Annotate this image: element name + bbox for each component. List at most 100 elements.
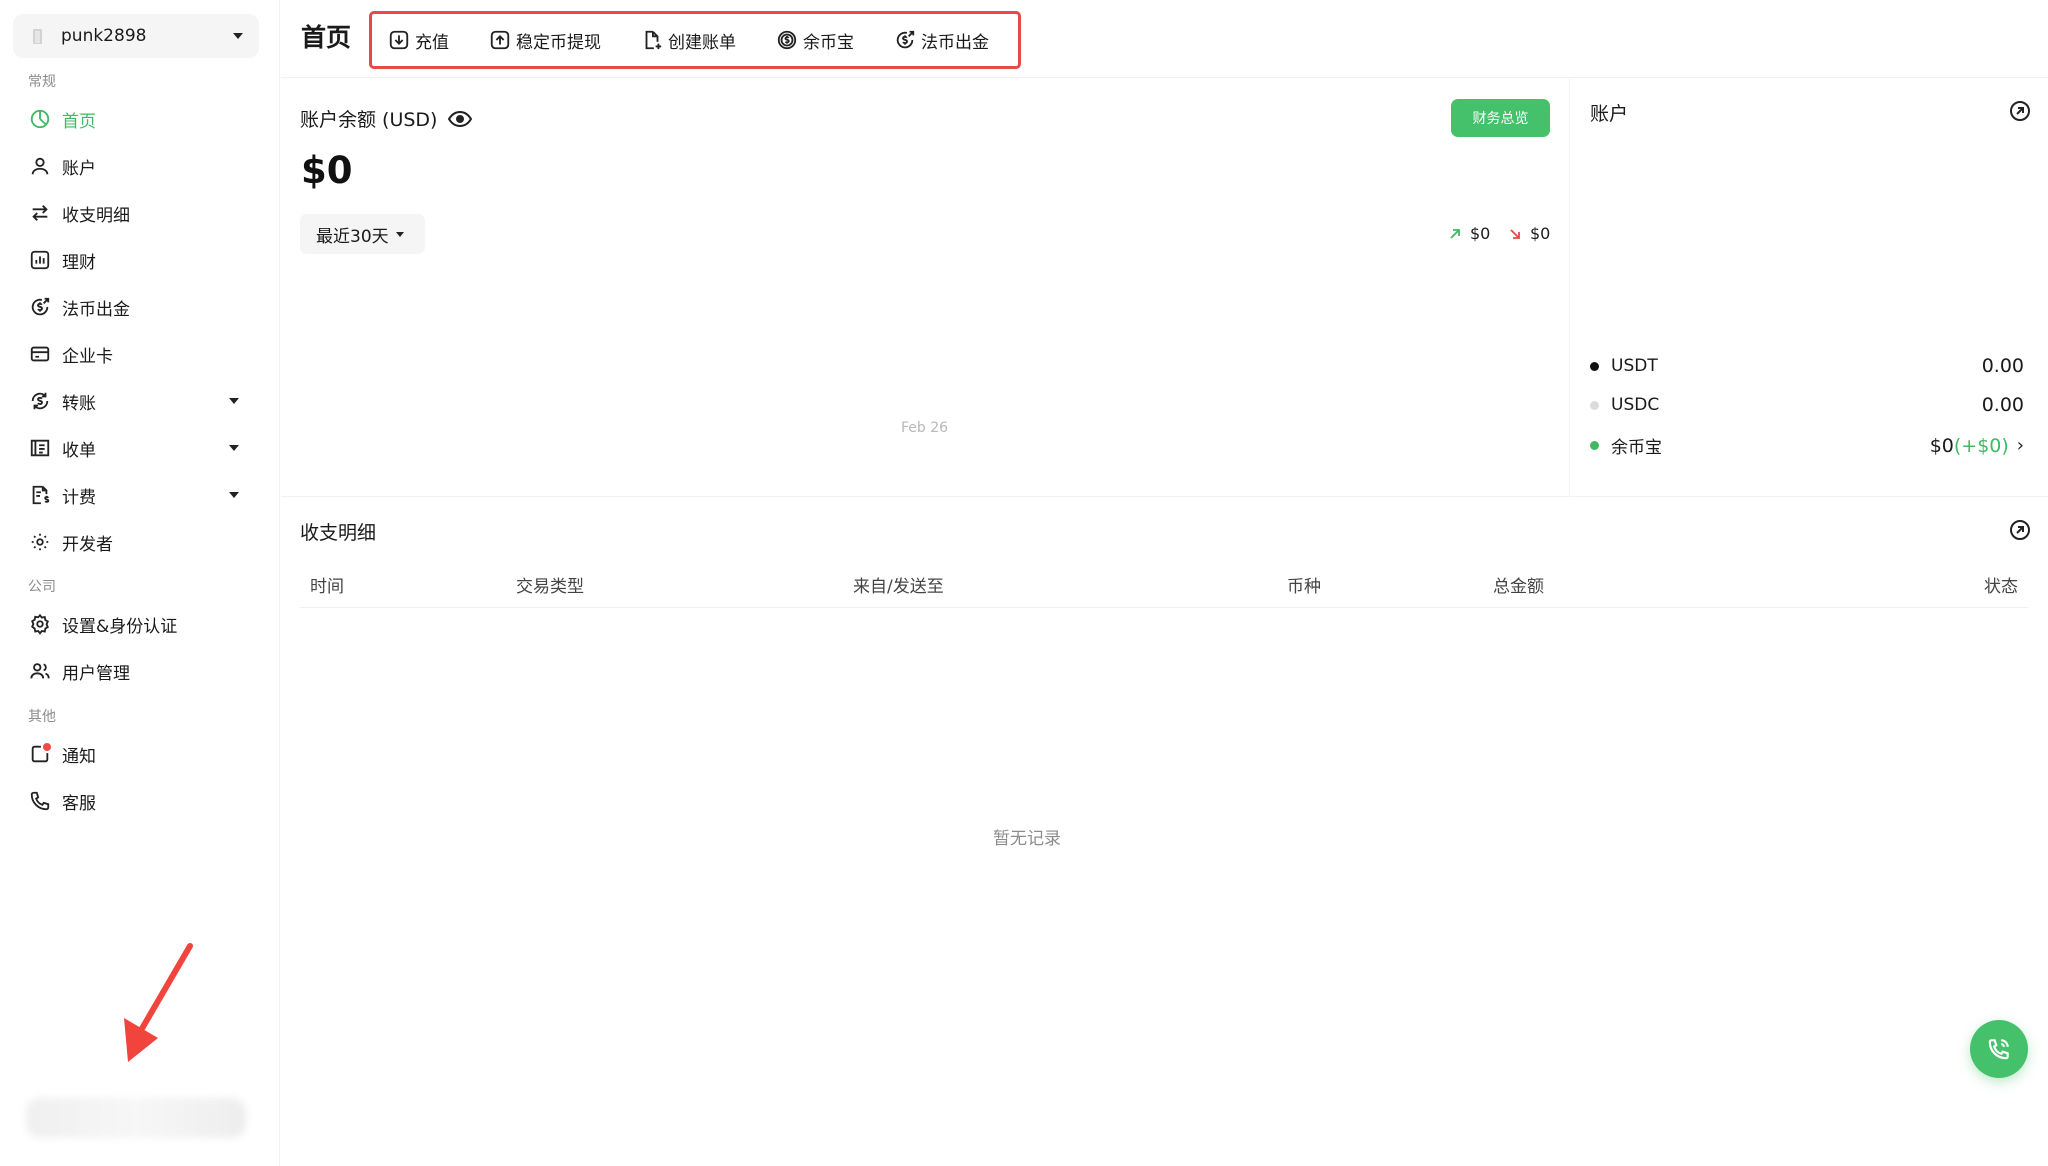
balance-amount: $0 [301, 149, 353, 192]
create-bill-label: 创建账单 [668, 32, 736, 53]
sidebar-item-label: 计费 [62, 487, 96, 508]
deposit-button[interactable]: 充值 [388, 28, 449, 53]
transactions-title: 收支明细 [300, 522, 377, 544]
receipt-icon [28, 436, 52, 460]
status-dot [1590, 441, 1599, 450]
column-header-time: 时间 [310, 577, 344, 597]
sidebar-item-label: 通知 [62, 746, 96, 767]
sidebar-item-label: 转账 [62, 393, 96, 414]
balance-card: 账户余额 (USD) 财务总览 $0 最近30天 $0 $0 Feb 26 [281, 79, 1570, 497]
sidebar-item-notifications[interactable]: 通知 [13, 733, 259, 775]
deposit-label: 充值 [415, 32, 449, 53]
annotation-arrow [124, 943, 193, 1062]
savings-label: 余币宝 [803, 32, 854, 53]
sidebar-item-fiat-offramp[interactable]: 法币出金 [13, 286, 259, 328]
account-value: 0.00 [1981, 394, 2024, 416]
dollar-coin-out-icon [894, 29, 916, 51]
column-header-type: 交易类型 [516, 577, 584, 597]
savings-balance: $0 [1929, 434, 1954, 457]
sidebar-item-label: 收单 [62, 440, 96, 461]
sidebar-item-collect[interactable]: 收单 [13, 427, 259, 469]
table-header: 时间 交易类型 来自/发送至 币种 总金额 状态 [300, 562, 2028, 608]
developer-gear-icon [28, 530, 52, 554]
account-row-savings[interactable]: 余币宝 $0(+$0) › [1590, 433, 2024, 458]
building-icon [31, 27, 45, 45]
section-label-company: 公司 [28, 579, 56, 595]
chart-x-tick: Feb 26 [901, 420, 949, 436]
sidebar-item-users[interactable]: 用户管理 [13, 650, 259, 692]
create-bill-button[interactable]: 创建账单 [641, 28, 736, 53]
sidebar-item-label: 收支明细 [62, 205, 130, 226]
transactions-section: 收支明细 时间 交易类型 来自/发送至 币种 总金额 状态 暂无记录 [281, 498, 2048, 1166]
chevron-down-icon [395, 231, 404, 237]
eye-icon[interactable] [447, 110, 473, 128]
sidebar-item-support[interactable]: 客服 [13, 780, 259, 822]
outflow-value: $0 [1530, 224, 1551, 243]
date-range-value: 最近30天 [316, 226, 389, 247]
column-header-amount: 总金额 [1493, 577, 1544, 597]
sidebar-item-billing[interactable]: 计费 [13, 474, 259, 516]
sidebar-item-transfer[interactable]: 转账 [13, 380, 259, 422]
stablecoin-withdraw-label: 稳定币提现 [516, 32, 601, 53]
sidebar-item-label: 用户管理 [62, 663, 130, 684]
balance-heading: 账户余额 (USD) [300, 105, 473, 132]
contact-support-button[interactable] [1970, 1020, 2028, 1078]
account-name: 余币宝 [1611, 438, 1662, 458]
sidebar-item-corp-card[interactable]: 企业卡 [13, 333, 259, 375]
clock-pie-icon [28, 107, 52, 131]
sidebar-item-label: 法币出金 [62, 299, 130, 320]
sidebar-item-label: 企业卡 [62, 346, 113, 367]
inflow-stat: $0 [1448, 224, 1490, 243]
column-header-status: 状态 [1984, 577, 2018, 597]
sidebar-item-wealth[interactable]: 理财 [13, 239, 259, 281]
page-title: 首页 [301, 23, 352, 52]
column-header-currency: 币种 [1287, 577, 1321, 597]
users-icon [28, 659, 52, 683]
finance-overview-button[interactable]: 财务总览 [1451, 99, 1550, 137]
account-row-usdt: USDT 0.00 [1590, 355, 2024, 377]
invoice-dollar-icon [28, 483, 52, 507]
quick-actions-bar: 充值 稳定币提现 创建账单 余币宝 法币出金 [369, 11, 1021, 69]
credit-card-icon [28, 342, 52, 366]
fiat-offramp-button[interactable]: 法币出金 [894, 28, 989, 53]
sidebar-item-label: 账户 [62, 158, 96, 179]
sidebar-item-transactions[interactable]: 收支明细 [13, 192, 259, 234]
bar-chart-icon [28, 248, 52, 272]
gear-icon [28, 612, 52, 636]
stablecoin-withdraw-button[interactable]: 稳定币提现 [489, 28, 601, 53]
sidebar-item-settings[interactable]: 设置&身份认证 [13, 603, 259, 645]
status-dot [1590, 361, 1599, 371]
dollar-coin-out-icon [28, 295, 52, 319]
top-bar: 首页 充值 稳定币提现 创建账单 余币宝 法币出金 [281, 0, 2048, 78]
sidebar-item-label: 理财 [62, 252, 96, 273]
org-switcher[interactable]: punk2898 [13, 14, 259, 58]
accounts-title: 账户 [1590, 103, 1629, 125]
chevron-down-icon [229, 445, 239, 451]
dollar-circle-icon [776, 29, 798, 51]
redacted-user-info [26, 1098, 246, 1138]
chevron-right-icon: › [2016, 435, 2024, 456]
sidebar-item-label: 开发者 [62, 534, 113, 555]
arrow-circle-icon[interactable] [2008, 99, 2032, 123]
section-label-other: 其他 [28, 709, 56, 725]
fiat-offramp-label: 法币出金 [921, 32, 989, 53]
sidebar-item-home[interactable]: 首页 [13, 98, 259, 140]
arrow-circle-icon[interactable] [2008, 518, 2032, 542]
sidebar-item-account[interactable]: 账户 [13, 145, 259, 187]
chevron-down-icon [233, 33, 243, 39]
account-row-usdc: USDC 0.00 [1590, 394, 2024, 416]
upload-square-icon [489, 29, 511, 51]
savings-button[interactable]: 余币宝 [776, 28, 854, 53]
file-plus-icon [641, 29, 663, 51]
app-root: punk2898 常规 首页 账户 收支明细 理财 法币出金 企业卡 转账 收单… [0, 0, 2048, 1166]
account-value: $0(+$0) [1930, 435, 2009, 457]
chevron-down-icon [229, 492, 239, 498]
outflow-stat: $0 [1508, 224, 1550, 243]
download-square-icon [388, 29, 410, 51]
date-range-select[interactable]: 最近30天 [300, 214, 425, 254]
sidebar-item-developer[interactable]: 开发者 [13, 521, 259, 563]
chevron-down-icon [229, 398, 239, 404]
empty-state-text: 暂无记录 [993, 829, 1061, 849]
inflow-value: $0 [1470, 224, 1491, 243]
balance-label: 账户余额 (USD) [300, 109, 438, 131]
